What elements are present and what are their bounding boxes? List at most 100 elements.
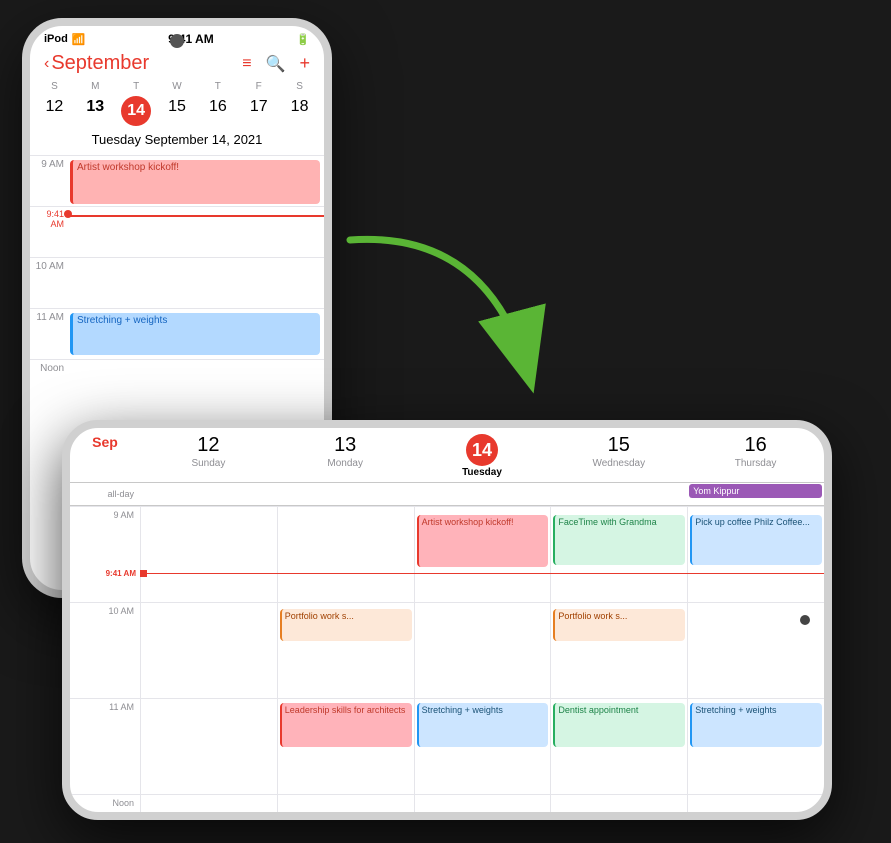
event-stretching-thu[interactable]: Stretching + weights xyxy=(690,703,822,747)
time-row-9am: 9 AM Artist workshop kickoff! xyxy=(30,155,324,206)
event-title: Stretching + weights xyxy=(695,705,776,715)
calendar-header: ‹ September ≡ 🔍 + xyxy=(30,48,324,81)
cell-sun-10am xyxy=(140,603,277,698)
time-row-l-noon: Noon xyxy=(70,794,824,812)
status-bar: iPod 📶 9:41 AM 🔋 xyxy=(30,26,324,48)
day-label-s2: S xyxy=(279,81,320,94)
time-label-l-10am: 10 AM xyxy=(70,603,140,698)
event-title: Stretching + weights xyxy=(77,315,167,326)
allday-label: all-day xyxy=(70,489,140,499)
allday-wed xyxy=(550,483,687,505)
event-artist-workshop-l[interactable]: Artist workshop kickoff! xyxy=(417,515,549,567)
time-label-9am: 9 AM xyxy=(30,156,68,170)
cell-sun-9am xyxy=(140,507,277,602)
event-title: Pick up coffee Philz Coffee... xyxy=(695,517,810,527)
back-chevron-icon: ‹ xyxy=(44,55,49,73)
event-stretching-tue[interactable]: Stretching + weights xyxy=(417,703,549,747)
event-title: Artist workshop kickoff! xyxy=(422,517,514,527)
list-icon[interactable]: ≡ xyxy=(242,55,251,73)
cell-wed-9am: FaceTime with Grandma xyxy=(550,507,687,602)
event-yom-kippur[interactable]: Yom Kippur xyxy=(689,484,822,498)
event-facetime-grandma[interactable]: FaceTime with Grandma xyxy=(553,515,685,565)
time-label-941: 9:41 AM xyxy=(30,207,68,229)
cell-thu-11am: Stretching + weights xyxy=(687,699,824,794)
wifi-icon: 📶 xyxy=(72,33,86,46)
week-calendar: Sep 12 Sunday 13 Monday 14 Tuesday 15 We… xyxy=(70,428,824,812)
day-num-14-today: 14 xyxy=(466,434,498,466)
time-row-l-10am: 10 AM Portfolio work s... Portfoli xyxy=(70,602,824,698)
header-wed-15[interactable]: 15 Wednesday xyxy=(550,434,687,478)
landscape-phone: Sep 12 Sunday 13 Monday 14 Tuesday 15 We… xyxy=(62,420,832,820)
cell-mon-10am: Portfolio work s... xyxy=(277,603,414,698)
cell-tue-11am: Stretching + weights xyxy=(414,699,551,794)
event-portfolio-wed[interactable]: Portfolio work s... xyxy=(553,609,685,641)
event-title: Artist workshop kickoff! xyxy=(77,162,179,173)
day-label-t2: T xyxy=(197,81,238,94)
time-label-10am: 10 AM xyxy=(30,258,68,272)
search-icon[interactable]: 🔍 xyxy=(266,54,286,74)
day-label-t1: T xyxy=(116,81,157,94)
week-day-labels: S M T W T F S xyxy=(30,81,324,94)
time-label-l-noon: Noon xyxy=(70,795,140,812)
add-event-icon[interactable]: + xyxy=(299,53,310,74)
cell-tue-noon xyxy=(414,795,551,812)
cell-thu-9am: Pick up coffee Philz Coffee... xyxy=(687,507,824,602)
day-name-tuesday: Tuesday xyxy=(414,467,551,478)
allday-mon xyxy=(277,483,414,505)
day-label-w: W xyxy=(157,81,198,94)
event-portfolio-mon[interactable]: Portfolio work s... xyxy=(280,609,412,641)
event-stretching-portrait[interactable]: Stretching + weights xyxy=(70,313,320,355)
date-15[interactable]: 15 xyxy=(157,96,198,126)
allday-sun xyxy=(140,483,277,505)
date-18[interactable]: 18 xyxy=(279,96,320,126)
week-header: Sep 12 Sunday 13 Monday 14 Tuesday 15 We… xyxy=(70,428,824,483)
time-content-9am: Artist workshop kickoff! xyxy=(68,156,324,206)
cell-sun-11am xyxy=(140,699,277,794)
day-num-15: 15 xyxy=(550,434,687,457)
day-name-monday: Monday xyxy=(277,458,414,469)
date-12[interactable]: 12 xyxy=(34,96,75,126)
allday-row: all-day Yom Kippur xyxy=(70,483,824,506)
back-month-button[interactable]: ‹ September xyxy=(44,52,149,75)
time-row-941: 9:41 AM xyxy=(30,206,324,257)
month-label: September xyxy=(51,52,149,75)
day-name-wednesday: Wednesday xyxy=(550,458,687,469)
date-16[interactable]: 16 xyxy=(197,96,238,126)
day-num-16: 16 xyxy=(687,434,824,457)
event-title: Stretching + weights xyxy=(422,705,503,715)
time-row-l-11am: 11 AM Leadership skills for architects S… xyxy=(70,698,824,794)
header-tue-14[interactable]: 14 Tuesday xyxy=(414,434,551,478)
time-label-noon: Noon xyxy=(30,360,68,374)
date-13[interactable]: 13 xyxy=(75,96,116,126)
battery-icon: 🔋 xyxy=(296,33,310,46)
time-content-941 xyxy=(68,207,324,257)
allday-thu: Yom Kippur xyxy=(687,483,824,505)
cell-thu-10am xyxy=(687,603,824,698)
date-14-today[interactable]: 14 xyxy=(121,96,151,126)
day-num-12: 12 xyxy=(140,434,277,457)
side-button xyxy=(62,602,65,638)
day-name-sunday: Sunday xyxy=(140,458,277,469)
week-time-body: 9 AM Artist workshop kickoff! Face xyxy=(70,506,824,812)
status-right: 🔋 xyxy=(296,33,310,46)
event-leadership-skills[interactable]: Leadership skills for architects xyxy=(280,703,412,747)
header-thu-16[interactable]: 16 Thursday xyxy=(687,434,824,478)
event-dentist[interactable]: Dentist appointment xyxy=(553,703,685,747)
time-content-10am xyxy=(68,258,324,308)
cell-tue-9am: Artist workshop kickoff! xyxy=(414,507,551,602)
time-label: 9:41 AM xyxy=(168,32,214,46)
cell-wed-11am: Dentist appointment xyxy=(550,699,687,794)
time-label-l-11am: 11 AM xyxy=(70,699,140,794)
header-mon-13[interactable]: 13 Monday xyxy=(277,434,414,478)
event-pickup-coffee[interactable]: Pick up coffee Philz Coffee... xyxy=(690,515,822,565)
cell-thu-noon xyxy=(687,795,824,812)
cell-sun-noon xyxy=(140,795,277,812)
time-row-noon: Noon xyxy=(30,359,324,410)
event-artist-workshop[interactable]: Artist workshop kickoff! xyxy=(70,160,320,204)
event-title: Portfolio work s... xyxy=(285,611,354,621)
time-content-11am: Stretching + weights xyxy=(68,309,324,359)
status-left: iPod 📶 xyxy=(44,33,86,46)
date-17[interactable]: 17 xyxy=(238,96,279,126)
time-row-l-9am: 9 AM Artist workshop kickoff! Face xyxy=(70,506,824,602)
header-sun-12[interactable]: 12 Sunday xyxy=(140,434,277,478)
